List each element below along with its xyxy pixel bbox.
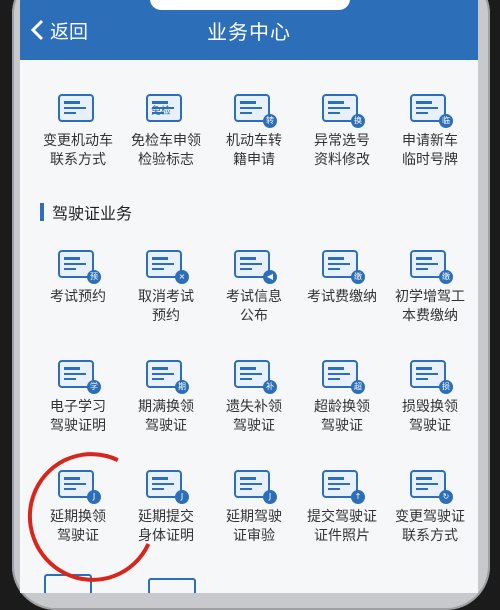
learner-fee-icon: 缴 bbox=[409, 248, 453, 284]
section-heading: 驾驶证业务 bbox=[40, 200, 132, 224]
service-item[interactable]: ◀ 考试信息公布 bbox=[206, 248, 302, 326]
section-accent-bar bbox=[40, 203, 44, 221]
vehicle-transfer-icon: 转 bbox=[233, 92, 277, 128]
vehicle-contact-icon bbox=[57, 92, 99, 126]
exam-booking-icon: 预 bbox=[57, 248, 101, 284]
icon-badge: 损 bbox=[439, 380, 453, 394]
service-item[interactable]: J 延期驾驶证审验 bbox=[206, 468, 302, 546]
lost-replace-icon: 补 bbox=[233, 358, 277, 394]
expiry-renew-icon: 期 bbox=[145, 358, 189, 394]
service-item[interactable]: × 取消考试预约 bbox=[118, 248, 214, 326]
service-label: 联系方式 bbox=[50, 152, 106, 168]
service-label: 变更驾驶证 bbox=[395, 509, 465, 525]
cancel-exam-icon: × bbox=[145, 248, 189, 284]
icon-badge: ↻ bbox=[439, 490, 453, 504]
partial-service-icon bbox=[148, 578, 196, 593]
service-label: 临时号牌 bbox=[402, 152, 458, 168]
service-label: 考试预约 bbox=[50, 289, 106, 305]
service-label: 申请新车 bbox=[402, 133, 458, 149]
icon-text: 免检 bbox=[151, 106, 171, 117]
icon-badge: 预 bbox=[87, 270, 101, 284]
service-label: 联系方式 bbox=[402, 528, 458, 544]
service-label: 证审验 bbox=[233, 528, 275, 544]
service-label: 考试费缴纳 bbox=[307, 289, 377, 305]
service-item[interactable]: 缴考试费缴纳 bbox=[294, 248, 390, 307]
id-photo-icon: ↑ bbox=[321, 468, 365, 504]
icon-badge: 补 bbox=[263, 380, 277, 394]
service-item[interactable]: 补遗失补领驾驶证 bbox=[206, 358, 302, 436]
plate-number-icon: 换 bbox=[321, 92, 365, 128]
service-label: 预约 bbox=[152, 308, 180, 324]
icon-badge: × bbox=[175, 270, 189, 284]
icon-badge: J bbox=[263, 490, 277, 504]
service-label: 驾驶证 bbox=[321, 418, 363, 434]
service-label: 驾驶证明 bbox=[50, 418, 106, 434]
service-label: 考试信息 bbox=[226, 289, 282, 305]
damaged-renew-icon: 损 bbox=[409, 358, 453, 394]
service-item[interactable]: 转机动车转籍申请 bbox=[206, 92, 302, 170]
service-label: 初学增驾工 bbox=[395, 289, 465, 305]
temp-plate-icon: 临 bbox=[409, 92, 453, 128]
service-item[interactable]: 缴初学增驾工本费缴纳 bbox=[382, 248, 478, 326]
service-label: 驾驶证 bbox=[145, 418, 187, 434]
top-bar: 返回 业务中心 bbox=[20, 0, 478, 60]
service-item[interactable]: 期期满换领驾驶证 bbox=[118, 358, 214, 436]
service-label: 遗失补领 bbox=[226, 399, 282, 415]
service-label: 驾驶证 bbox=[233, 418, 275, 434]
service-item[interactable]: 换异常选号资料修改 bbox=[294, 92, 390, 170]
app-screen: 返回 业务中心 变更机动车 联系方式 免检 免检车申领 检验标志转机动车转 籍申请换异常选… bbox=[20, 0, 478, 593]
service-item[interactable]: 变更机动车 联系方式 bbox=[30, 92, 126, 170]
service-label: 机动车转 bbox=[226, 133, 282, 149]
phone-notch bbox=[150, 0, 350, 10]
service-label: 公布 bbox=[240, 308, 268, 324]
service-item[interactable]: 预考试预约 bbox=[30, 248, 126, 307]
exempt-check-icon: 免检 bbox=[145, 92, 187, 126]
license-contact-icon: ↻ bbox=[409, 468, 453, 504]
service-item[interactable]: 学电子学习驾驶证明 bbox=[30, 358, 126, 436]
service-label: 本费缴纳 bbox=[402, 308, 458, 324]
service-label: 变更机动车 bbox=[43, 133, 113, 149]
service-label: 资料修改 bbox=[314, 152, 370, 168]
service-label: 免检车申领 bbox=[131, 133, 201, 149]
service-label: 取消考试 bbox=[138, 289, 194, 305]
deferred-review-icon: J bbox=[233, 468, 277, 504]
service-label: 延期驾驶 bbox=[226, 509, 282, 525]
icon-badge: 超 bbox=[351, 380, 365, 394]
page-title: 业务中心 bbox=[207, 20, 291, 44]
service-label: 提交驾驶证 bbox=[307, 509, 377, 525]
service-item[interactable]: ↑ 提交驾驶证证件照片 bbox=[294, 468, 390, 546]
icon-badge: ◀ bbox=[263, 270, 277, 284]
icon-badge: ↑ bbox=[351, 490, 365, 504]
service-item[interactable]: ↻ 变更驾驶证联系方式 bbox=[382, 468, 478, 546]
service-label: 损毁换领 bbox=[402, 399, 458, 415]
learning-certificate-icon: 学 bbox=[57, 358, 101, 394]
service-label: 驾驶证 bbox=[409, 418, 451, 434]
icon-badge: 换 bbox=[351, 114, 365, 128]
service-label: 检验标志 bbox=[138, 152, 194, 168]
service-label: 电子学习 bbox=[50, 399, 106, 415]
service-item[interactable]: 免检免检车申领检验标志 bbox=[118, 92, 214, 170]
icon-badge: 期 bbox=[175, 380, 189, 394]
overage-renew-icon: 超 bbox=[321, 358, 365, 394]
red-highlight-circle bbox=[20, 434, 175, 593]
service-item[interactable]: 超超龄换领驾驶证 bbox=[294, 358, 390, 436]
icon-badge: 缴 bbox=[439, 270, 453, 284]
icon-badge: 缴 bbox=[351, 270, 365, 284]
icon-badge: J bbox=[175, 490, 189, 504]
service-label: 超龄换领 bbox=[314, 399, 370, 415]
exam-fee-icon: 缴 bbox=[321, 248, 365, 284]
section-title: 驾驶证业务 bbox=[52, 204, 133, 223]
service-label: 期满换领 bbox=[138, 399, 194, 415]
service-label: 异常选号 bbox=[314, 133, 370, 149]
service-item[interactable]: 损损毁换领驾驶证 bbox=[382, 358, 478, 436]
icon-badge: 临 bbox=[439, 114, 453, 128]
service-label: 证件照片 bbox=[314, 528, 370, 544]
icon-badge: 转 bbox=[263, 114, 277, 128]
service-label: 籍申请 bbox=[233, 152, 275, 168]
icon-badge: 学 bbox=[87, 380, 101, 394]
exam-info-icon: ◀ bbox=[233, 248, 277, 284]
service-item[interactable]: 临申请新车临时号牌 bbox=[382, 92, 478, 170]
